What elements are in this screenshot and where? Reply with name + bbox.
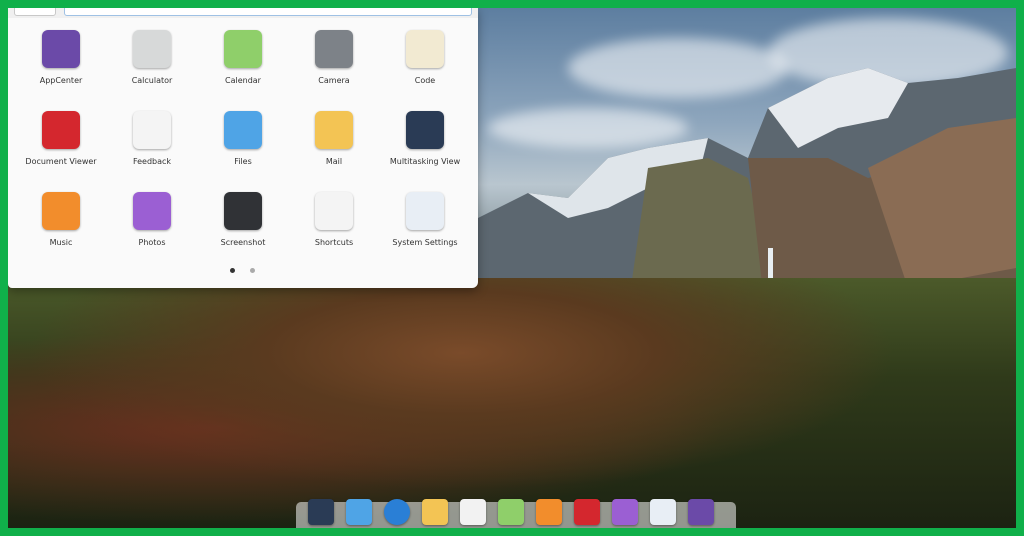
applications-menu: AppCenter Calculator Calendar Camera Code Doc… [8, 8, 478, 288]
tasks-icon[interactable] [460, 499, 486, 525]
app-label: Calendar [225, 76, 261, 85]
app-code[interactable]: Code [380, 30, 470, 100]
page-dot-2[interactable] [250, 268, 255, 273]
system-settings-icon[interactable] [650, 499, 676, 525]
app-label: Shortcuts [314, 238, 354, 247]
camera-icon [315, 30, 353, 68]
app-label: Mail [325, 157, 343, 166]
app-label: Multitasking View [389, 157, 461, 166]
app-feedback[interactable]: Feedback [107, 111, 197, 181]
search-input[interactable] [64, 8, 472, 16]
app-system-settings[interactable]: System Settings [380, 192, 470, 262]
app-music[interactable]: Music [16, 192, 106, 262]
music-icon [42, 192, 80, 230]
music-icon[interactable] [536, 499, 562, 525]
app-files[interactable]: Files [198, 111, 288, 181]
calendar-icon[interactable] [498, 499, 524, 525]
app-photos[interactable]: Photos [107, 192, 197, 262]
app-label: AppCenter [39, 76, 83, 85]
shortcuts-icon [315, 192, 353, 230]
photos-icon [133, 192, 171, 230]
system-settings-icon [406, 192, 444, 230]
app-multitasking-view[interactable]: Multitasking View [380, 111, 470, 181]
dock [296, 499, 736, 528]
app-calendar[interactable]: Calendar [198, 30, 288, 100]
app-label: Code [414, 76, 436, 85]
app-label: Calculator [131, 76, 173, 85]
app-label: System Settings [392, 238, 458, 247]
screenshot-frame: AppCenter Calculator Calendar Camera Code Doc… [0, 0, 1024, 536]
desktop-wallpaper: AppCenter Calculator Calendar Camera Code Doc… [8, 8, 1016, 528]
app-label: Document Viewer [25, 157, 97, 166]
document-viewer-icon [42, 111, 80, 149]
page-indicator [230, 268, 260, 274]
app-label: Feedback [132, 157, 172, 166]
app-screenshot[interactable]: Screenshot [198, 192, 288, 262]
app-label: Files [234, 157, 252, 166]
forest [8, 278, 1016, 528]
launcher-header [8, 8, 478, 18]
app-shortcuts[interactable]: Shortcuts [289, 192, 379, 262]
app-calculator[interactable]: Calculator [107, 30, 197, 100]
view-mode-toggle[interactable] [14, 8, 56, 16]
feedback-icon [133, 111, 171, 149]
appcenter-icon[interactable] [688, 499, 714, 525]
photos-icon[interactable] [612, 499, 638, 525]
app-label: Screenshot [220, 238, 266, 247]
app-label: Photos [138, 238, 166, 247]
videos-icon[interactable] [574, 499, 600, 525]
appcenter-icon [42, 30, 80, 68]
multitasking-view-icon[interactable] [308, 499, 334, 525]
app-mail[interactable]: Mail [289, 111, 379, 181]
files-icon[interactable] [346, 499, 372, 525]
mail-icon[interactable] [422, 499, 448, 525]
page-dot-1[interactable] [230, 268, 235, 273]
calendar-icon [224, 30, 262, 68]
web-browser-icon[interactable] [384, 499, 410, 525]
app-label: Music [49, 238, 73, 247]
mail-icon [315, 111, 353, 149]
app-document-viewer[interactable]: Document Viewer [16, 111, 106, 181]
files-icon [224, 111, 262, 149]
app-label: Camera [318, 76, 350, 85]
code-icon [406, 30, 444, 68]
multitasking-view-icon [406, 111, 444, 149]
calculator-icon [133, 30, 171, 68]
app-appcenter[interactable]: AppCenter [16, 30, 106, 100]
screenshot-icon [224, 192, 262, 230]
app-camera[interactable]: Camera [289, 30, 379, 100]
